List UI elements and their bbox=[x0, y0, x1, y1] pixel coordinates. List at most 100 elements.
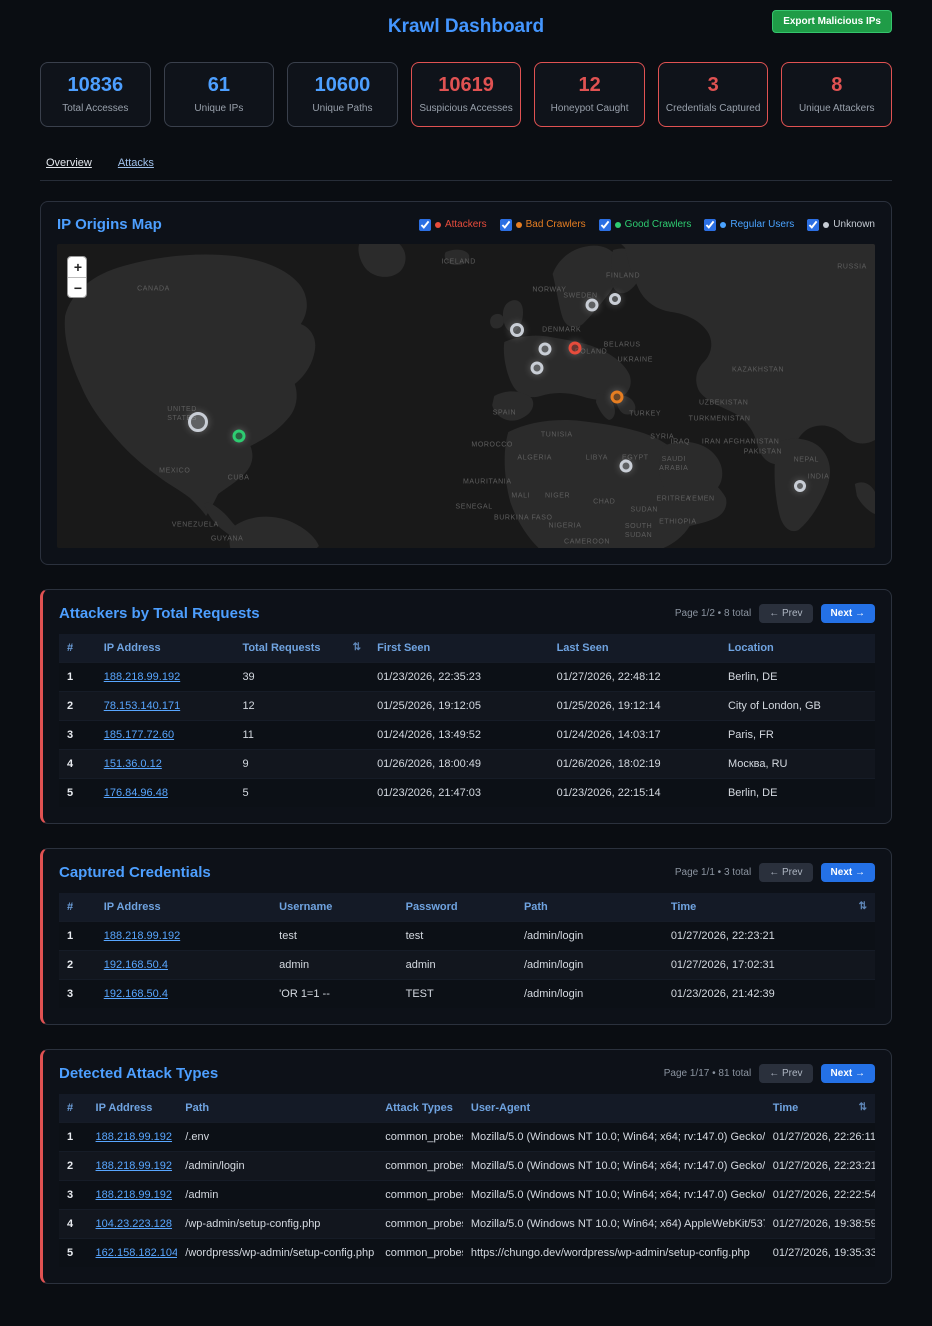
map-marker-bad-crawler[interactable] bbox=[611, 390, 624, 403]
prev-button[interactable]: ← Prev bbox=[759, 1064, 812, 1083]
stat-suspicious-accesses: 10619 Suspicious Accesses bbox=[411, 62, 522, 127]
ip-origins-map[interactable]: + − ICELANDRUSSIACANADANORWAYFINLANDSWED… bbox=[57, 244, 875, 548]
col-ip-address: IP Address bbox=[96, 893, 271, 922]
cell: Paris, FR bbox=[720, 721, 875, 750]
sort-icon[interactable]: ⇅ bbox=[859, 901, 867, 912]
legend-checkbox[interactable] bbox=[500, 219, 512, 231]
table-row: 4151.36.0.12901/26/2026, 18:00:4901/26/2… bbox=[59, 750, 875, 779]
export-malicious-ips-button[interactable]: Export Malicious IPs bbox=[772, 10, 892, 33]
cell: 11 bbox=[234, 721, 369, 750]
cell: 01/24/2026, 14:03:17 bbox=[549, 721, 720, 750]
ip-link[interactable]: 188.218.99.192 bbox=[96, 1160, 172, 1172]
ip-link[interactable]: 78.153.140.171 bbox=[104, 700, 180, 712]
stat-label: Unique IPs bbox=[169, 103, 270, 114]
ip-cell: 104.23.223.128 bbox=[88, 1210, 178, 1239]
cell: 01/27/2026, 22:23:21 bbox=[765, 1152, 875, 1181]
attacks-table-body: 1188.218.99.192/.envcommon_probesMozilla… bbox=[59, 1123, 875, 1268]
legend-good-crawlers[interactable]: Good Crawlers bbox=[599, 219, 692, 231]
ip-link[interactable]: 151.36.0.12 bbox=[104, 758, 162, 770]
col-path: Path bbox=[516, 893, 663, 922]
map-marker-unknown[interactable] bbox=[619, 459, 632, 472]
ip-origins-map-card: IP Origins Map Attackers Bad Crawlers Go… bbox=[40, 201, 892, 565]
top-bar: Krawl Dashboard Export Malicious IPs bbox=[40, 6, 892, 48]
stat-unique-paths: 10600 Unique Paths bbox=[287, 62, 398, 127]
attackers-table: # IP Address Total Requests⇅ First Seen … bbox=[59, 634, 875, 807]
map-marker-good-crawler[interactable] bbox=[233, 430, 246, 443]
cell: 01/23/2026, 21:47:03 bbox=[369, 779, 549, 808]
col-username: Username bbox=[271, 893, 397, 922]
attackers-title: Attackers by Total Requests bbox=[59, 605, 260, 622]
zoom-out-button[interactable]: − bbox=[68, 277, 87, 297]
legend-dot-icon bbox=[516, 222, 522, 228]
stat-total-accesses: 10836 Total Accesses bbox=[40, 62, 151, 127]
attackers-pagination: Page 1/2 • 8 total ← Prev Next → bbox=[675, 604, 875, 623]
prev-button[interactable]: ← Prev bbox=[759, 604, 812, 623]
cell: 01/27/2026, 22:22:54 bbox=[765, 1181, 875, 1210]
sort-icon[interactable]: ⇅ bbox=[859, 1102, 867, 1113]
ip-link[interactable]: 176.84.96.48 bbox=[104, 787, 168, 799]
col-time: Time⇅ bbox=[663, 893, 875, 922]
detected-attack-types-card: Detected Attack Types Page 1/17 • 81 tot… bbox=[40, 1049, 892, 1284]
stat-label: Honeypot Caught bbox=[539, 103, 640, 114]
ip-link[interactable]: 162.158.182.104 bbox=[96, 1247, 178, 1259]
credentials-card-head: Captured Credentials Page 1/1 • 3 total … bbox=[59, 863, 875, 882]
ip-cell: 188.218.99.192 bbox=[96, 922, 271, 951]
tab-overview[interactable]: Overview bbox=[46, 157, 92, 169]
legend-checkbox[interactable] bbox=[704, 219, 716, 231]
legend-checkbox[interactable] bbox=[599, 219, 611, 231]
next-button[interactable]: Next → bbox=[821, 604, 875, 623]
row-index: 1 bbox=[59, 1123, 88, 1152]
map-marker-unknown[interactable] bbox=[539, 342, 552, 355]
map-marker-unknown[interactable] bbox=[585, 299, 598, 312]
ip-link[interactable]: 188.218.99.192 bbox=[96, 1189, 172, 1201]
ip-link[interactable]: 188.218.99.192 bbox=[104, 671, 180, 683]
ip-link[interactable]: 188.218.99.192 bbox=[104, 930, 180, 942]
cell: Mozilla/5.0 (Windows NT 10.0; Win64; x64… bbox=[463, 1123, 765, 1152]
prev-button[interactable]: ← Prev bbox=[759, 863, 812, 882]
cell: common_probes bbox=[377, 1152, 463, 1181]
cell: 12 bbox=[234, 692, 369, 721]
table-row: 1188.218.99.192/.envcommon_probesMozilla… bbox=[59, 1123, 875, 1152]
ip-cell: 192.168.50.4 bbox=[96, 980, 271, 1009]
cell: common_probes bbox=[377, 1239, 463, 1268]
legend-bad-crawlers[interactable]: Bad Crawlers bbox=[500, 219, 586, 231]
world-map-svg bbox=[57, 244, 875, 548]
page-info: Page 1/17 • 81 total bbox=[664, 1068, 751, 1079]
cell: 01/23/2026, 22:35:23 bbox=[369, 663, 549, 692]
ip-link[interactable]: 188.218.99.192 bbox=[96, 1131, 172, 1143]
ip-link[interactable]: 192.168.50.4 bbox=[104, 988, 168, 1000]
map-marker-unknown[interactable] bbox=[188, 412, 208, 432]
col-first-seen: First Seen bbox=[369, 634, 549, 663]
ip-link[interactable]: 104.23.223.128 bbox=[96, 1218, 172, 1230]
map-marker-unknown[interactable] bbox=[609, 293, 621, 305]
col-attack-types: Attack Types bbox=[377, 1094, 463, 1123]
cell: 01/27/2026, 19:35:33 bbox=[765, 1239, 875, 1268]
next-button[interactable]: Next → bbox=[821, 1064, 875, 1083]
stat-value: 8 bbox=[786, 74, 887, 97]
map-marker-unknown[interactable] bbox=[510, 323, 524, 337]
legend-regular-users[interactable]: Regular Users bbox=[704, 219, 794, 231]
next-button[interactable]: Next → bbox=[821, 863, 875, 882]
map-marker-attacker[interactable] bbox=[568, 341, 581, 354]
zoom-in-button[interactable]: + bbox=[68, 257, 87, 277]
legend-attackers[interactable]: Attackers bbox=[419, 219, 487, 231]
legend-checkbox[interactable] bbox=[807, 219, 819, 231]
sort-icon[interactable]: ⇅ bbox=[353, 642, 361, 653]
credentials-table-body: 1188.218.99.192testtest/admin/login01/27… bbox=[59, 922, 875, 1009]
cell: City of London, GB bbox=[720, 692, 875, 721]
cell: Mozilla/5.0 (Windows NT 10.0; Win64; x64… bbox=[463, 1181, 765, 1210]
row-index: 1 bbox=[59, 663, 96, 692]
row-index: 2 bbox=[59, 951, 96, 980]
map-marker-unknown[interactable] bbox=[531, 362, 544, 375]
legend-unknown[interactable]: Unknown bbox=[807, 219, 875, 231]
tab-attacks[interactable]: Attacks bbox=[118, 157, 154, 169]
attacks-title: Detected Attack Types bbox=[59, 1065, 218, 1082]
cell: common_probes bbox=[377, 1210, 463, 1239]
ip-link[interactable]: 185.177.72.60 bbox=[104, 729, 174, 741]
ip-link[interactable]: 192.168.50.4 bbox=[104, 959, 168, 971]
cell: 01/25/2026, 19:12:05 bbox=[369, 692, 549, 721]
legend-checkbox[interactable] bbox=[419, 219, 431, 231]
table-row: 4104.23.223.128/wp-admin/setup-config.ph… bbox=[59, 1210, 875, 1239]
map-marker-unknown[interactable] bbox=[794, 480, 806, 492]
table-header-row: # IP Address Path Attack Types User-Agen… bbox=[59, 1094, 875, 1123]
